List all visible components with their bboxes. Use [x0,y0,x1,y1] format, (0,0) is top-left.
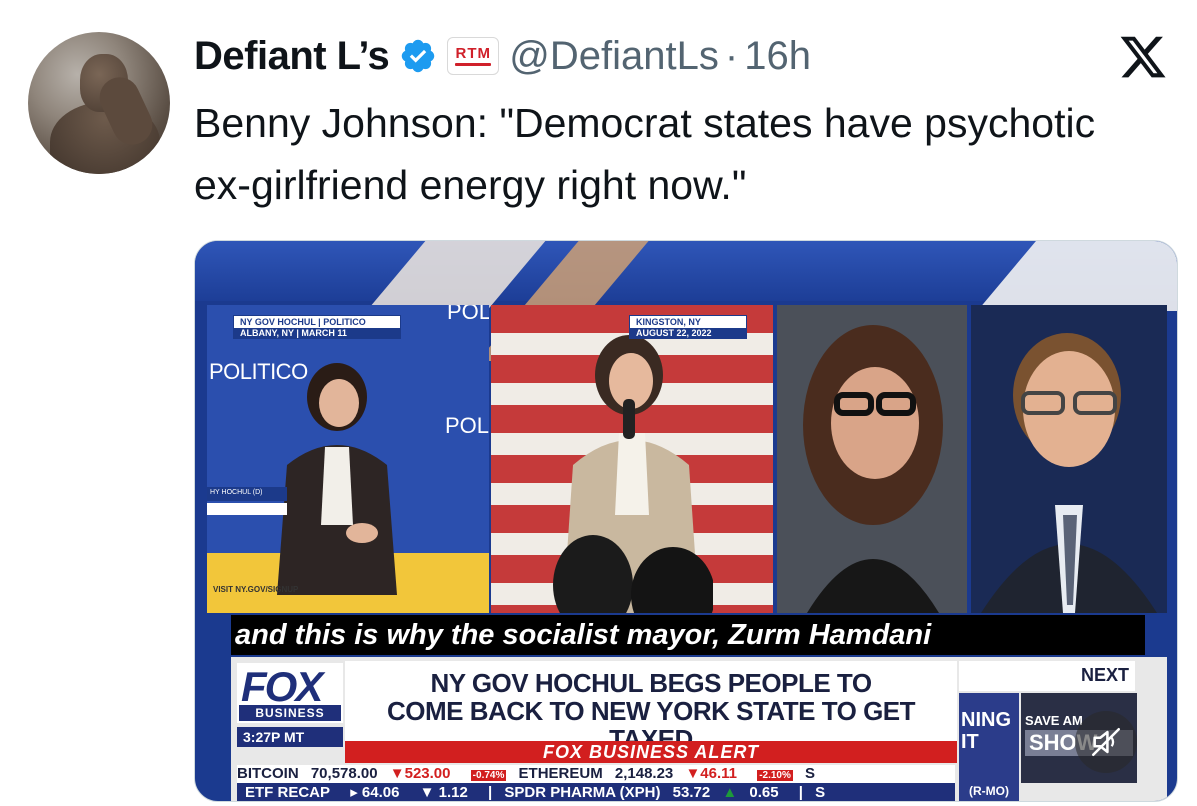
ticker-label: BITCOIN [237,765,299,782]
fox-business-alert: FOX BUSINESS ALERT [345,741,957,763]
location-tag-title: NY GOV HOCHUL | POLITICO [240,317,366,327]
politico-backdrop-text: POL [447,305,489,324]
location-tag: KINGSTON, NY AUGUST 22, 2022 [629,315,747,339]
news-chyron: FOX BUSINESS 3:27P MT NY GOV HOCHUL BEGS… [231,657,1167,801]
ticker-separator: | [488,784,493,801]
politico-backdrop-text: POL [445,413,489,438]
location-tag-subtitle: ALBANY, NY | MARCH 11 [234,328,400,338]
promo-tile: NING IT [959,693,1019,783]
ticker-value: 53.72 [672,784,711,801]
ticker-change: ▼ 1.12 [419,784,468,801]
tweet-header: Defiant L’s RTM @DefiantLs · 16h [194,30,811,82]
speaker-figure [553,335,713,613]
ticker-label: SPDR PHARMA (XPH) [504,784,661,801]
visit-url-text: VISIT NY.GOV/SIGNUP [213,585,299,594]
verified-badge-icon[interactable] [399,37,437,75]
video-panel-kingston: KINGSTON, NY AUGUST 22, 2022 [491,305,773,613]
speaker-figure [277,363,397,595]
ticker-value: 70,578.00 [310,765,378,782]
tweet-text: Benny Johnson: "Democrat states have psy… [194,100,1096,208]
affiliate-badge-icon[interactable]: RTM [447,37,500,75]
x-logo-icon[interactable] [1116,32,1170,82]
speaker-muted-icon [1091,727,1121,757]
ticker-label: ETF RECAP [237,783,339,801]
speaker-nametag-strip [207,503,287,515]
ticker-change: ▲ 0.65 [722,784,779,801]
location-tag-title: KINGSTON, NY [636,317,701,327]
video-panel-guest [971,305,1167,613]
fox-business-text: BUSINESS [239,705,341,721]
ticker-separator: | [798,784,803,801]
ticker-tail: S [805,765,816,782]
promo-tile-title: SAVE AM [1025,713,1083,728]
location-tag: NY GOV HOCHUL | POLITICO ALBANY, NY | MA… [233,315,401,339]
headline-line-1: NY GOV HOCHUL BEGS PEOPLE TO [430,668,872,698]
ticker-percent: -2.10% [757,770,793,781]
guest-figure [971,305,1167,613]
ticker-change: ▼523.00 [389,765,451,782]
affiliate-badge-text: RTM [455,45,492,62]
ticker-tail: S [815,784,826,801]
party-state-label: (R-MO) [959,781,1019,801]
ticker-label: ETHEREUM [518,765,603,782]
mute-button[interactable] [1075,711,1137,773]
display-name[interactable]: Defiant L’s [194,34,390,79]
affiliate-badge-underline [455,63,492,66]
ticker-value: ▸ 64.06 [350,784,400,801]
chyron-headline: NY GOV HOCHUL BEGS PEOPLE TO COME BACK T… [345,661,957,753]
video-panel-politico: POL POLITICO POL HY HOCHUL (D) VISIT NY.… [207,305,489,613]
video-panel-host [777,305,967,613]
etf-ticker: ETF RECAP ▸ 64.06 ▼ 1.12 | SPDR PHARMA (… [237,783,955,801]
broadcast-clock: 3:27P MT [237,727,343,747]
ticker-change: ▼46.11 [685,765,738,782]
next-label: NEXT [959,661,1135,691]
speaker-nametag: HY HOCHUL (D) [207,487,287,501]
ticker-percent: -0.74% [470,770,507,781]
ticker-value: 2,148.23 [614,765,674,782]
fox-business-logo: FOX BUSINESS [237,663,343,723]
location-tag-subtitle: AUGUST 22, 2022 [630,328,746,338]
separator-dot: · [724,33,739,78]
user-handle[interactable]: @DefiantLs [509,34,719,79]
video-caption: and this is why the socialist mayor, Zur… [231,615,1145,655]
host-figure [777,305,967,613]
crypto-ticker: BITCOIN 70,578.00 ▼523.00 -0.74% ETHEREU… [237,765,955,783]
fox-logo-text: FOX [241,663,323,710]
timestamp[interactable]: 16h [744,34,811,79]
profile-avatar[interactable] [28,32,170,174]
video-player[interactable]: POL POLITICO POL HY HOCHUL (D) VISIT NY.… [194,240,1178,802]
